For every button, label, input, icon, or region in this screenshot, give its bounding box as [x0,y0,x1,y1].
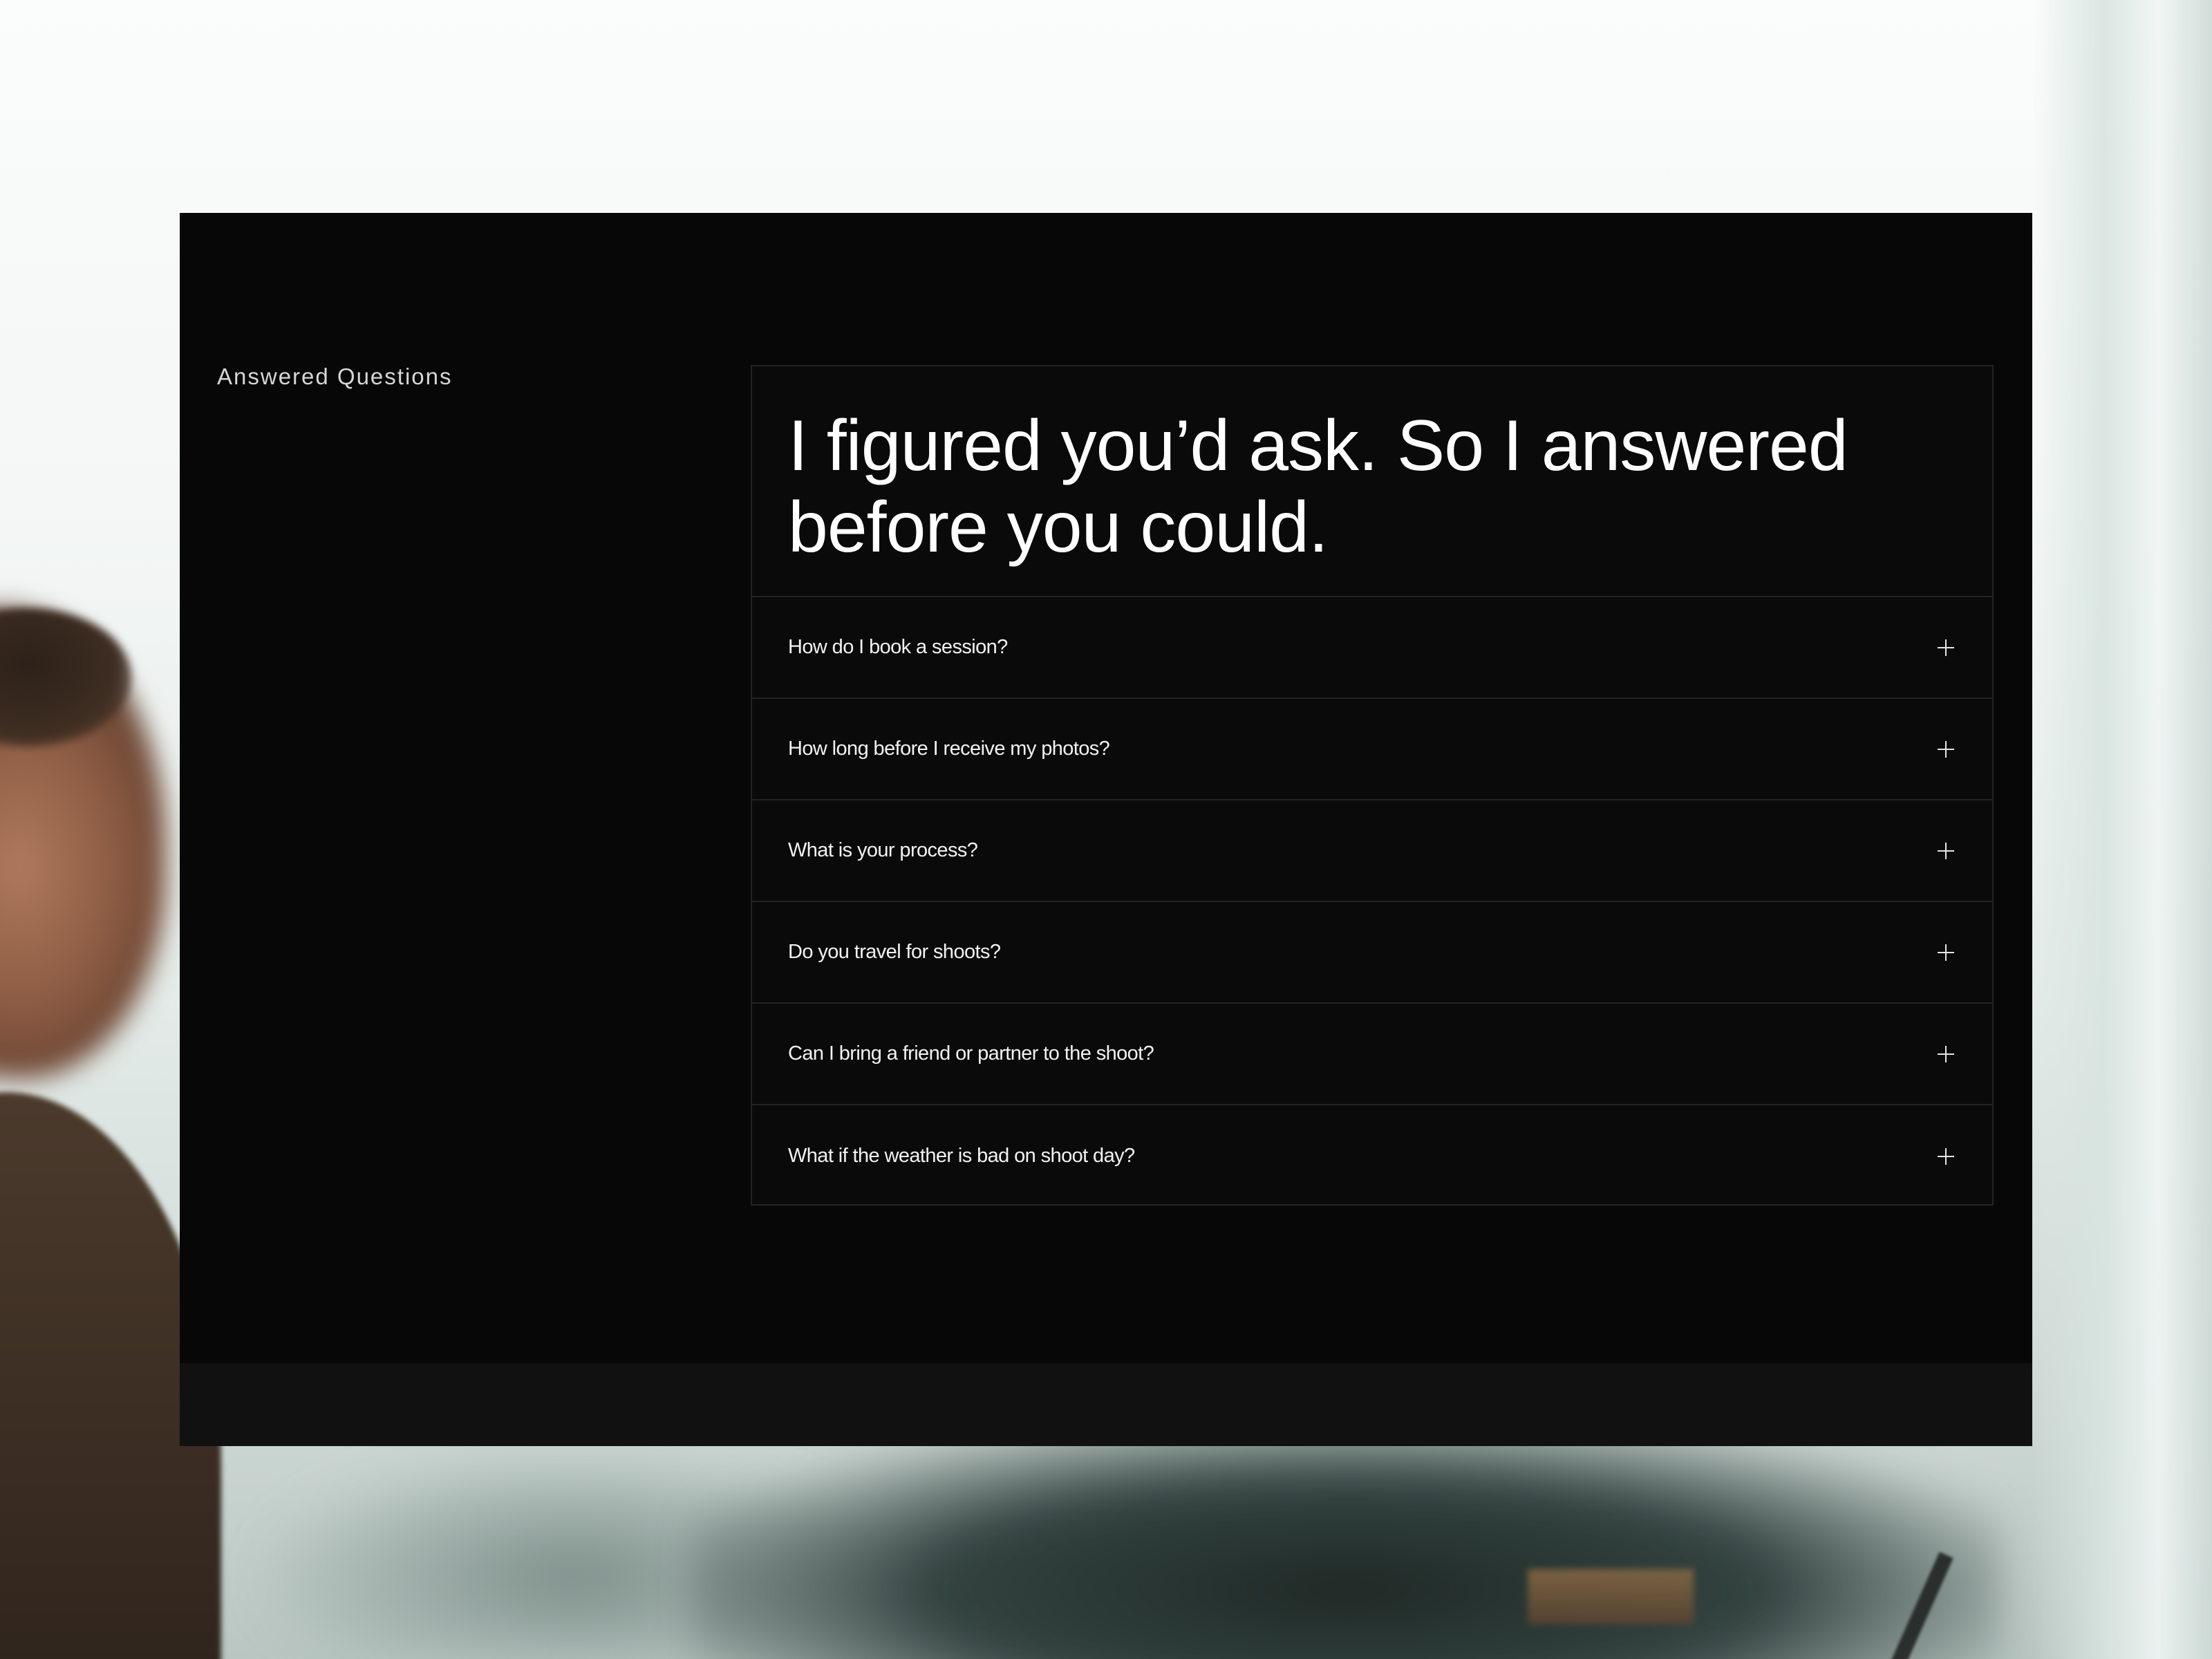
faq-item-bring-friend[interactable]: Can I bring a friend or partner to the s… [752,1004,1992,1105]
background-blur-dark [691,1424,2005,1659]
faq-item-travel[interactable]: Do you travel for shoots? [752,902,1992,1004]
plus-icon[interactable] [1937,1045,1955,1063]
faq-heading: I figured you’d ask. So I answered befor… [788,405,1956,568]
faq-question: Can I bring a friend or partner to the s… [788,1042,1154,1065]
faq-item-process[interactable]: What is your process? [752,800,1992,902]
plus-icon[interactable] [1937,639,1955,657]
faq-section: Answered Questions I figured you’d ask. … [180,213,2032,1446]
faq-list: How do I book a session? How long before… [752,597,1992,1207]
faq-card: I figured you’d ask. So I answered befor… [751,365,1994,1206]
faq-header: I figured you’d ask. So I answered befor… [752,366,1992,597]
section-label: Answered Questions [217,364,453,389]
faq-item-bad-weather[interactable]: What if the weather is bad on shoot day? [752,1105,1992,1207]
faq-question: Do you travel for shoots? [788,941,1001,963]
panel-footer-band [180,1363,2032,1446]
faq-question: What if the weather is bad on shoot day? [788,1145,1135,1167]
plus-icon[interactable] [1937,740,1955,758]
window-light [2032,0,2212,1659]
faq-question: How long before I receive my photos? [788,738,1110,760]
faq-item-book-session[interactable]: How do I book a session? [752,597,1992,699]
plus-icon[interactable] [1937,842,1955,860]
faq-heading-line-2: before you could. [788,487,1329,568]
faq-item-receive-photos[interactable]: How long before I receive my photos? [752,699,1992,800]
plus-icon[interactable] [1937,1147,1955,1165]
faq-heading-line-1: I figured you’d ask. So I answered [788,406,1848,486]
faq-question: What is your process? [788,839,978,861]
background-table [1528,1569,1694,1624]
faq-question: How do I book a session? [788,636,1008,658]
plus-icon[interactable] [1937,944,1955,962]
